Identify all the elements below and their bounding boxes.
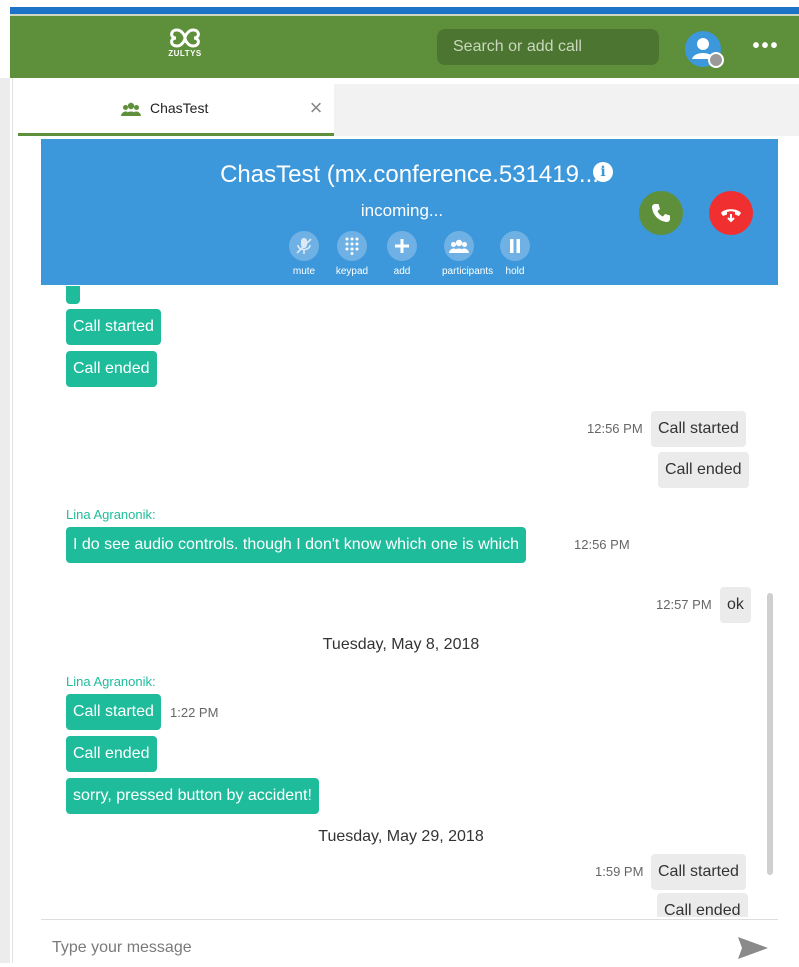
phone-answer-icon xyxy=(652,204,670,222)
message-time: 12:57 PM xyxy=(656,597,712,612)
message-bubble: Call ended xyxy=(657,893,748,917)
message-time: 12:56 PM xyxy=(587,421,643,436)
app-header: ZULTYS ••• xyxy=(10,14,799,78)
phone-hangup-icon xyxy=(721,209,741,223)
date-separator: Tuesday, May 8, 2018 xyxy=(322,636,480,653)
hold-button[interactable]: hold xyxy=(498,231,532,277)
date-separator: Tuesday, May 29, 2018 xyxy=(318,828,484,845)
message-bubble: Call started xyxy=(651,854,746,890)
logo-text: ZULTYS xyxy=(168,49,202,58)
pause-icon xyxy=(510,239,520,253)
answer-call-button[interactable] xyxy=(639,191,683,235)
more-options-icon[interactable]: ••• xyxy=(750,34,782,58)
participants-icon xyxy=(449,239,469,253)
avatar-icon xyxy=(685,31,724,68)
window-accent-bar xyxy=(10,7,799,14)
incoming-call-banner: ChasTest (mx.conference.531419... i inco… xyxy=(41,139,778,285)
message-bubble: Call started xyxy=(651,411,746,447)
message-time: 1:22 PM xyxy=(170,705,219,720)
keypad-label: keypad xyxy=(335,266,369,277)
plus-icon xyxy=(395,239,409,253)
mute-label: mute xyxy=(292,266,316,277)
add-button[interactable]: add xyxy=(385,231,419,277)
message-bubble: I do see audio controls. though I don't … xyxy=(66,527,526,563)
keypad-button[interactable]: keypad xyxy=(335,231,369,277)
message-bubble: Call ended xyxy=(66,351,157,387)
call-title: ChasTest (mx.conference.531419... xyxy=(220,161,599,188)
left-edge-shade xyxy=(0,78,10,963)
keypad-icon xyxy=(345,237,359,255)
message-clip: Call ended xyxy=(651,893,761,917)
message-sender: Lina Agranonik: xyxy=(66,674,156,689)
message-time: 12:56 PM xyxy=(574,537,630,552)
hold-label: hold xyxy=(505,266,525,277)
send-icon xyxy=(738,937,768,959)
message-bubble: sorry, pressed button by accident! xyxy=(66,778,319,814)
messages-scrollbar[interactable] xyxy=(767,593,773,875)
tab-chastest[interactable]: ChasTest × xyxy=(18,84,334,136)
user-avatar[interactable] xyxy=(685,31,724,68)
reject-call-button[interactable] xyxy=(709,191,753,235)
search-input[interactable] xyxy=(451,37,645,57)
message-bubble: Call started xyxy=(66,309,161,345)
tab-label: ChasTest xyxy=(150,100,209,116)
mute-button[interactable]: mute xyxy=(287,231,321,277)
top-strip xyxy=(0,0,799,7)
participants-label: participants xyxy=(442,266,494,277)
mute-icon xyxy=(296,238,312,254)
message-sender: Lina Agranonik: xyxy=(66,507,156,522)
send-button[interactable] xyxy=(736,934,770,962)
info-icon[interactable]: i xyxy=(593,162,613,182)
composer-divider xyxy=(41,919,778,920)
add-label: add xyxy=(393,266,411,277)
message-bubble: Call started xyxy=(66,694,161,730)
left-divider xyxy=(12,78,13,963)
message-input[interactable] xyxy=(52,934,692,962)
message-bubble: Call ended xyxy=(66,736,157,772)
close-tab-icon[interactable]: × xyxy=(306,96,326,120)
group-icon xyxy=(121,102,141,116)
message-time: 1:59 PM xyxy=(595,864,644,879)
zultys-logo-icon xyxy=(170,28,200,48)
message-bubble: Call ended xyxy=(658,452,749,488)
search-box[interactable] xyxy=(437,29,659,65)
participants-button[interactable]: participants xyxy=(442,231,494,277)
message-bubble: ok xyxy=(720,587,751,623)
zultys-logo[interactable]: ZULTYS xyxy=(155,18,215,68)
